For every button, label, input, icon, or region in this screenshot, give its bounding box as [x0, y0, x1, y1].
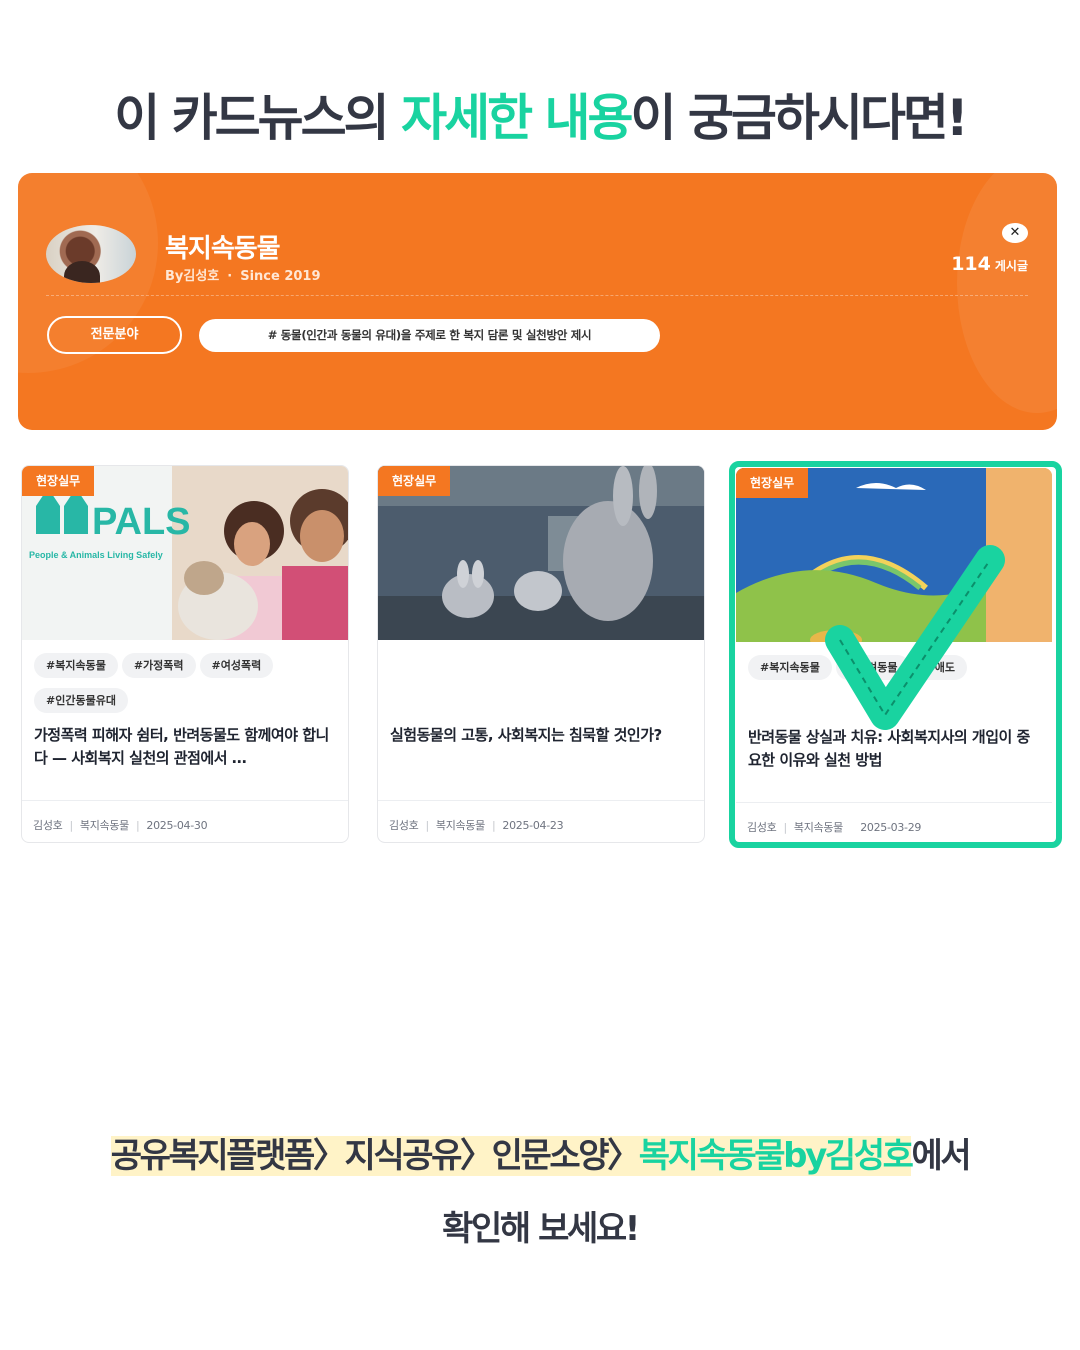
post-footer: 김성호 | 복지속동물 | 2025-04-30 — [22, 800, 348, 833]
post-card[interactable]: PALS People & Animals Living Safely 현장실무… — [21, 465, 349, 843]
pals-logo-text: PALS — [92, 501, 191, 543]
post-date: 2025-04-30 — [146, 819, 208, 832]
navigation-path: 공유복지플랫폼〉지식공유〉인문소양〉 — [110, 1136, 641, 1176]
post-author: 김성호 — [33, 819, 63, 832]
avatar[interactable] — [46, 225, 136, 283]
tag[interactable]: #인간동물유대 — [34, 688, 128, 713]
category-badge: 현장실무 — [22, 466, 95, 496]
field-button[interactable]: 전문분야 — [47, 316, 182, 354]
post-date: 2025-04-23 — [502, 819, 564, 832]
post-count: 114 게시글 — [951, 253, 1028, 275]
post-title[interactable]: 가정폭력 피해자 쉼터, 반려동물도 함께여야 합니다 — 사회복지 실천의 관… — [34, 724, 334, 770]
tag[interactable]: #가정폭력 — [121, 653, 196, 678]
close-icon[interactable]: ✕ — [1002, 223, 1028, 243]
headline: 이 카드뉴스의 자세한 내용이 궁금하시다면! — [0, 78, 1080, 150]
meta-dot: · — [227, 269, 233, 284]
bottom-suffix: 에서 — [911, 1136, 971, 1176]
bottom-instruction-line2: 확인해 보세요! — [442, 1209, 640, 1249]
banner-decoration-right — [957, 173, 1057, 413]
post-blog: 복지속동물 — [79, 819, 129, 832]
pals-logo-subtitle: People & Animals Living Safely — [29, 550, 163, 560]
post-blog: 복지속동물 — [435, 819, 485, 832]
banner-divider — [46, 295, 1028, 296]
post-card[interactable]: 현장실무 실험동물의 고통, 사회복지는 침묵할 것인가? 김성호 | 복지속동물 |… — [377, 465, 705, 843]
post-count-number: 114 — [951, 253, 991, 275]
tag[interactable]: #여성폭력 — [199, 653, 274, 678]
field-tag: # 동물(인간과 동물의 유대)을 주제로 한 복지 담론 및 실천방안 제시 — [199, 319, 660, 352]
bottom-instruction-line1: 공유복지플랫폼〉지식공유〉인문소양〉복지속동물by김성호에서 — [0, 1128, 1080, 1177]
headline-highlight: 자세한 내용 — [401, 89, 633, 147]
post-footer: 김성호 | 복지속동물 | 2025-04-23 — [378, 800, 704, 833]
tag-list: #복지속동물 #가정폭력 #여성폭력 #인간동물유대 — [34, 653, 338, 723]
category-badge: 현장실무 — [378, 466, 451, 496]
post-title[interactable]: 실험동물의 고통, 사회복지는 침묵할 것인가? — [390, 724, 690, 747]
tag[interactable]: #복지속동물 — [34, 653, 118, 678]
headline-part2: 이 궁금하시다면! — [630, 89, 969, 147]
navigation-blog-name: 복지속동물by김성호 — [638, 1136, 914, 1176]
headline-part1: 이 카드뉴스의 — [114, 89, 402, 147]
blog-since: Since 2019 — [240, 269, 321, 284]
blog-author: By김성호 — [165, 269, 220, 284]
blog-meta: By김성호 · Since 2019 — [165, 265, 321, 284]
checkmark-icon — [825, 545, 1005, 730]
post-count-label: 게시글 — [994, 259, 1028, 273]
blog-title[interactable]: 복지속동물 — [165, 228, 281, 265]
blog-banner: 복지속동물 By김성호 · Since 2019 ✕ 114 게시글 전문분야 # 동… — [18, 173, 1057, 430]
post-author: 김성호 — [389, 819, 419, 832]
